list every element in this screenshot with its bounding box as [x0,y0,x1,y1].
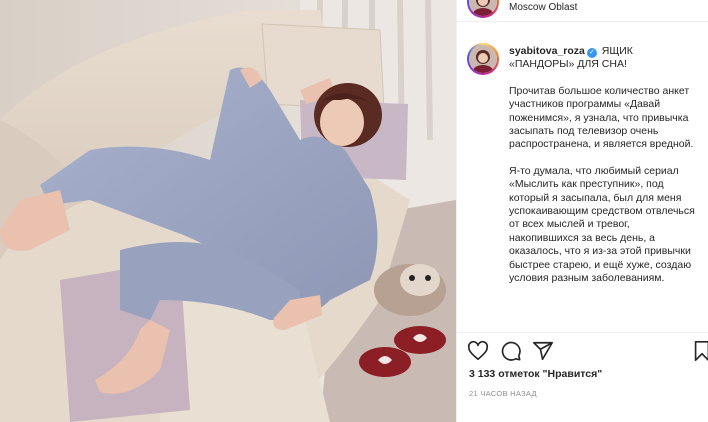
divider [457,332,708,333]
post-details-panel: Moscow Oblast syabitova_roza ✓ ЯЩИК «ПАНД… [456,0,708,422]
caption-avatar-ring[interactable] [467,43,499,75]
post-location[interactable]: Moscow Oblast [509,2,577,13]
post-header: Moscow Oblast [457,0,708,22]
bookmark-icon[interactable] [691,340,708,362]
likes-count[interactable]: 3 133 отметок "Нравится" [469,368,602,380]
header-avatar-ring[interactable] [467,0,499,18]
share-icon[interactable] [532,340,554,362]
heart-icon[interactable] [467,340,489,362]
avatar[interactable] [469,0,497,16]
photo-illustration [0,0,456,422]
comment-icon[interactable] [500,340,522,362]
post-photo[interactable] [0,0,456,422]
verified-badge-icon: ✓ [586,48,597,58]
username-link[interactable]: syabitova_roza [509,45,585,57]
post-actions [457,338,708,364]
post-timestamp[interactable]: 21 ЧАСОВ НАЗАД [469,389,537,398]
caption-body: syabitova_roza ✓ ЯЩИК «ПАНДОРЫ» ДЛЯ СНА! … [509,45,697,286]
caption-paragraph-1: Прочитав большое количество анкет участн… [509,84,694,151]
caption-paragraph-2: Я-то думала, что любимый сериал «Мыслить… [509,164,695,285]
post-caption: syabitova_roza ✓ ЯЩИК «ПАНДОРЫ» ДЛЯ СНА! … [457,36,708,332]
avatar[interactable] [469,45,497,73]
